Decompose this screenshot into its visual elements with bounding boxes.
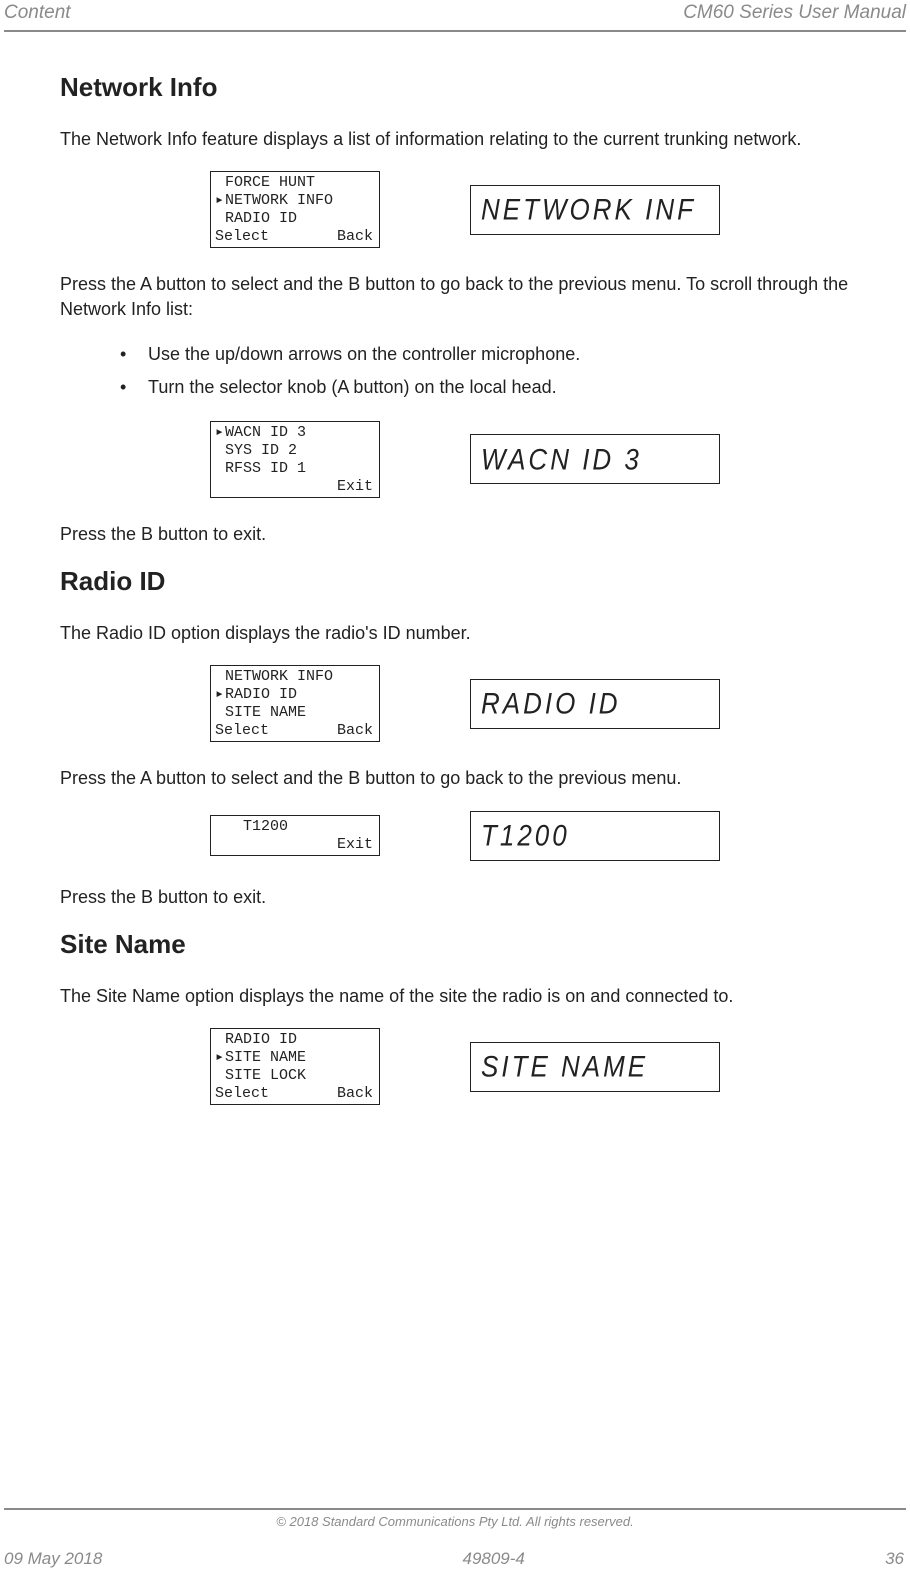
page-footer: © 2018 Standard Communications Pty Ltd. … <box>0 1508 910 1573</box>
segment-display-wacn-id: WACN ID 3 <box>470 434 720 484</box>
site-name-display-1: RADIO ID ▸SITE NAME SITE LOCK SelectBack… <box>60 1028 860 1105</box>
lcd-marker: ▸ <box>215 686 225 704</box>
segment-display-t1200: T1200 <box>470 811 720 861</box>
radio-id-after2: Press the B button to exit. <box>60 885 860 909</box>
lcd-marker: ▸ <box>215 424 225 442</box>
footer-row: 09 May 2018 49809-4 36 <box>0 1547 910 1573</box>
softkey-left: Select <box>215 1085 269 1103</box>
lcd-text: WACN ID 3 <box>225 424 373 442</box>
footer-page-number: 36 <box>885 1549 904 1569</box>
lcd-marker: ▸ <box>215 192 225 210</box>
network-info-display-1: FORCE HUNT ▸NETWORK INFO RADIO ID Select… <box>60 171 860 248</box>
lcd-line: RFSS ID 1 <box>211 460 379 478</box>
lcd-softkeys: Select Back <box>211 722 379 740</box>
lcd-text: RFSS ID 1 <box>225 460 373 478</box>
radio-id-heading: Radio ID <box>60 566 860 597</box>
content-area: Network Info The Network Info feature di… <box>0 32 910 1105</box>
lcd-line: SITE LOCK <box>211 1067 379 1085</box>
lcd-text: T1200 <box>225 818 373 836</box>
network-info-intro: The Network Info feature displays a list… <box>60 127 860 151</box>
lcd-marker <box>215 1031 225 1049</box>
lcd-text: RADIO ID <box>225 1031 373 1049</box>
lcd-line: RADIO ID <box>211 1031 379 1049</box>
softkey-right: Back <box>337 1085 373 1103</box>
lcd-text: SITE NAME <box>225 704 373 722</box>
lcd-softkeys: Exit <box>211 478 379 496</box>
lcd-text: SYS ID 2 <box>225 442 373 460</box>
lcd-line: ▸NETWORK INFO <box>211 192 379 210</box>
site-name-intro: The Site Name option displays the name o… <box>60 984 860 1008</box>
lcd-softkeys: Exit <box>211 836 379 854</box>
network-info-after2: Press the B button to exit. <box>60 522 860 546</box>
segment-text: T1200 <box>481 818 570 854</box>
lcd-line: SYS ID 2 <box>211 442 379 460</box>
lcd-text: RADIO ID <box>225 210 373 228</box>
segment-text: RADIO ID <box>481 686 621 722</box>
bullet-item: Use the up/down arrows on the controller… <box>120 341 860 368</box>
header-section-label: Content <box>4 2 71 24</box>
footer-date: 09 May 2018 <box>4 1549 102 1569</box>
header-manual-title: CM60 Series User Manual <box>683 2 906 24</box>
lcd-menu-network-info-1: FORCE HUNT ▸NETWORK INFO RADIO ID Select… <box>210 171 380 248</box>
lcd-marker <box>215 704 225 722</box>
lcd-line: ▸RADIO ID <box>211 686 379 704</box>
softkey-left: Select <box>215 228 269 246</box>
lcd-menu-radio-id-2: T1200 Exit <box>210 815 380 856</box>
lcd-marker <box>215 174 225 192</box>
page-header: Content CM60 Series User Manual <box>0 0 910 30</box>
lcd-softkeys: Select Back <box>211 1085 379 1103</box>
lcd-marker: ▸ <box>215 1049 225 1067</box>
lcd-line: SITE NAME <box>211 704 379 722</box>
lcd-marker <box>215 818 225 836</box>
network-info-after1: Press the A button to select and the B b… <box>60 272 860 321</box>
footer-doc-number: 49809-4 <box>462 1549 524 1569</box>
radio-id-display-1: NETWORK INFO ▸RADIO ID SITE NAME SelectB… <box>60 665 860 742</box>
softkey-left: Select <box>215 722 269 740</box>
lcd-line: NETWORK INFO <box>211 668 379 686</box>
lcd-marker <box>215 1067 225 1085</box>
lcd-text: FORCE HUNT <box>225 174 373 192</box>
lcd-line: ▸WACN ID 3 <box>211 424 379 442</box>
lcd-text: SITE NAME <box>225 1049 373 1067</box>
lcd-menu-site-name-1: RADIO ID ▸SITE NAME SITE LOCK Select Back <box>210 1028 380 1105</box>
network-info-bullets: Use the up/down arrows on the controller… <box>60 341 860 401</box>
segment-text: WACN ID 3 <box>481 442 642 478</box>
copyright-text: © 2018 Standard Communications Pty Ltd. … <box>0 1510 910 1547</box>
lcd-marker <box>215 668 225 686</box>
page: Content CM60 Series User Manual Network … <box>0 0 910 1573</box>
softkey-right: Exit <box>337 478 373 496</box>
network-info-display-2: ▸WACN ID 3 SYS ID 2 RFSS ID 1 Exit WACN … <box>60 421 860 498</box>
segment-text: SITE NAME <box>481 1049 648 1085</box>
lcd-line: T1200 <box>211 818 379 836</box>
lcd-marker <box>215 210 225 228</box>
lcd-menu-radio-id-1: NETWORK INFO ▸RADIO ID SITE NAME Select B… <box>210 665 380 742</box>
softkey-right: Exit <box>337 836 373 854</box>
segment-display-radio-id: RADIO ID <box>470 679 720 729</box>
lcd-line: ▸SITE NAME <box>211 1049 379 1067</box>
lcd-line: RADIO ID <box>211 210 379 228</box>
bullet-item: Turn the selector knob (A button) on the… <box>120 374 860 401</box>
segment-text: NETWORK INF <box>481 192 696 228</box>
radio-id-intro: The Radio ID option displays the radio's… <box>60 621 860 645</box>
lcd-menu-network-info-2: ▸WACN ID 3 SYS ID 2 RFSS ID 1 Exit <box>210 421 380 498</box>
lcd-text: SITE LOCK <box>225 1067 373 1085</box>
lcd-softkeys: Select Back <box>211 228 379 246</box>
site-name-heading: Site Name <box>60 929 860 960</box>
lcd-text: RADIO ID <box>225 686 373 704</box>
lcd-marker <box>215 442 225 460</box>
segment-display-site-name: SITE NAME <box>470 1042 720 1092</box>
lcd-text: NETWORK INFO <box>225 192 373 210</box>
network-info-heading: Network Info <box>60 72 860 103</box>
lcd-line: FORCE HUNT <box>211 174 379 192</box>
softkey-right: Back <box>337 722 373 740</box>
softkey-right: Back <box>337 228 373 246</box>
radio-id-display-2: T1200 Exit T1200 <box>60 811 860 861</box>
lcd-text: NETWORK INFO <box>225 668 373 686</box>
segment-display-network-info: NETWORK INF <box>470 185 720 235</box>
lcd-marker <box>215 460 225 478</box>
radio-id-after1: Press the A button to select and the B b… <box>60 766 860 790</box>
